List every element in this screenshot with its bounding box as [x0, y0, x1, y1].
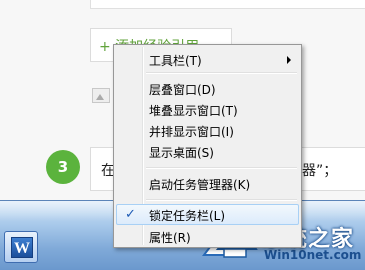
menu-separator	[146, 72, 297, 74]
menu-item-label: 属性(R)	[149, 231, 191, 245]
step-number-badge: 3	[46, 150, 80, 184]
menu-item-label: 工具栏(T)	[149, 54, 202, 68]
taskbar-context-menu: 工具栏(T) 层叠窗口(D) 堆叠显示窗口(T) 并排显示窗口(I) 显示桌面(…	[113, 44, 302, 248]
menu-item-stack-windows[interactable]: 堆叠显示窗口(T)	[116, 99, 299, 120]
menu-item-show-desktop[interactable]: 显示桌面(S)	[116, 141, 299, 162]
menu-item-side-by-side[interactable]: 并排显示窗口(I)	[116, 120, 299, 141]
word-icon: W	[11, 237, 33, 258]
image-icon[interactable]	[92, 88, 110, 103]
menu-item-toolbars[interactable]: 工具栏(T)	[116, 49, 299, 70]
check-icon: ✓	[125, 207, 136, 222]
menu-item-properties[interactable]: 属性(R)	[116, 226, 299, 247]
menu-item-label: 启动任务管理器(K)	[149, 178, 251, 192]
submenu-arrow-icon	[287, 56, 291, 64]
menu-item-label: 并排显示窗口(I)	[149, 125, 234, 139]
menu-item-lock-taskbar[interactable]: ✓ 锁定任务栏(L)	[116, 204, 299, 225]
menu-separator	[146, 199, 297, 201]
menu-item-task-manager[interactable]: 启动任务管理器(K)	[116, 173, 299, 194]
top-content-box	[90, 0, 365, 9]
watermark-url: Win10net.com	[264, 248, 362, 262]
menu-item-label: 层叠窗口(D)	[149, 83, 216, 97]
menu-item-cascade-windows[interactable]: 层叠窗口(D)	[116, 78, 299, 99]
menu-item-label: 堆叠显示窗口(T)	[149, 104, 238, 118]
word-taskbar-button[interactable]: W	[4, 231, 38, 263]
menu-item-label: 锁定任务栏(L)	[149, 209, 226, 223]
menu-item-label: 显示桌面(S)	[149, 146, 214, 160]
menu-separator	[146, 167, 297, 169]
